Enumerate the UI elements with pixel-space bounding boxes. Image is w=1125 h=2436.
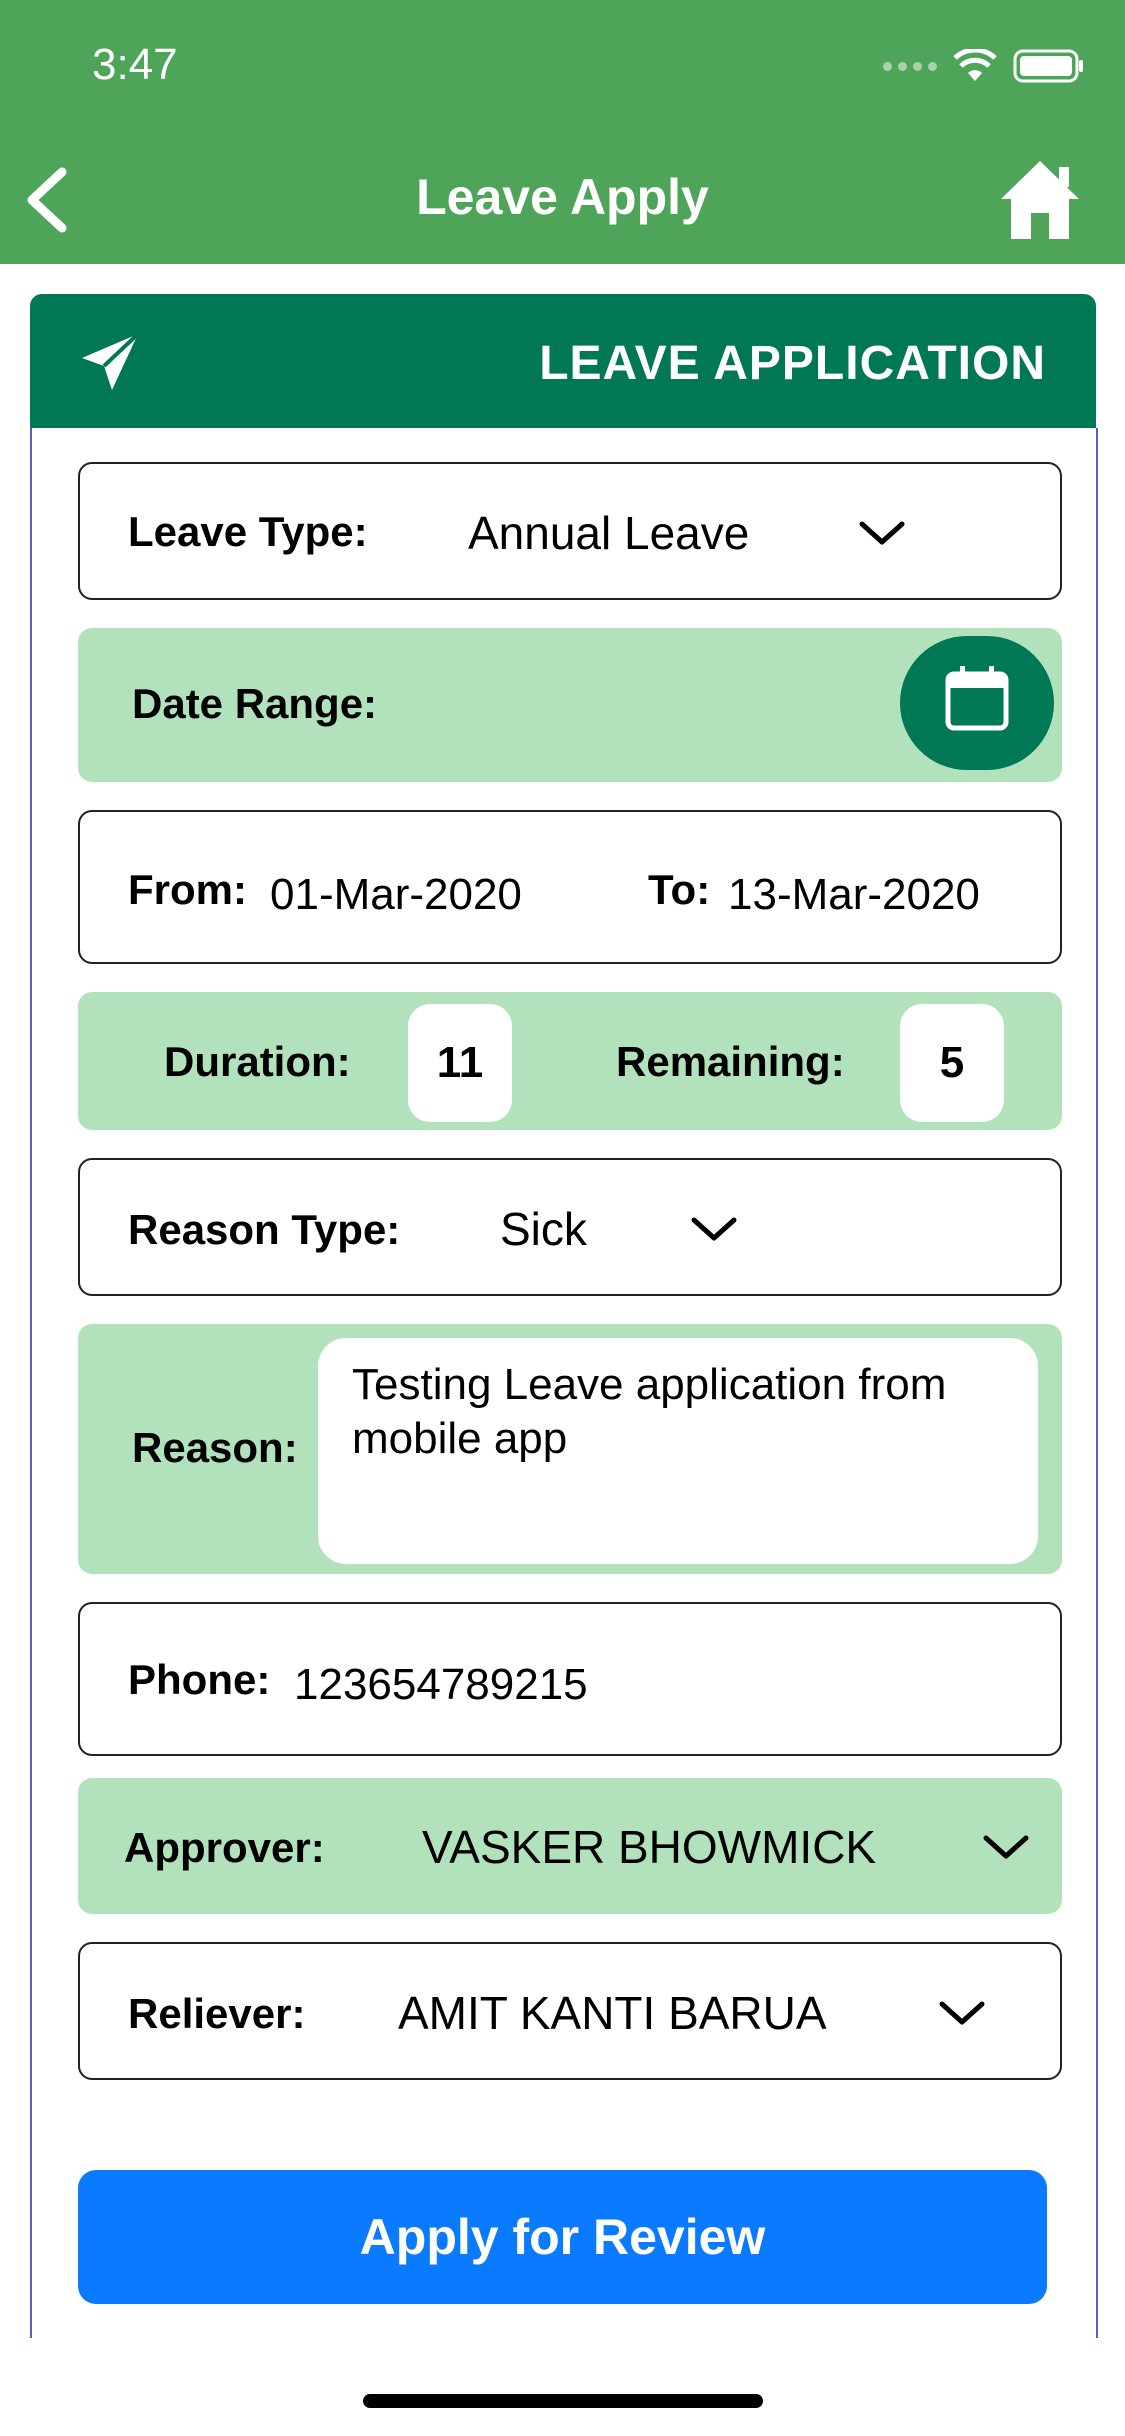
duration-row: Duration: 11 Remaining: 5 — [78, 992, 1062, 1130]
date-display-row: From: 01-Mar-2020 To: 13-Mar-2020 — [78, 810, 1062, 964]
reason-textarea[interactable]: Testing Leave application from mobile ap… — [318, 1338, 1038, 1564]
battery-icon — [1013, 49, 1083, 83]
phone-input[interactable]: 123654789215 — [294, 1660, 588, 1710]
status-time: 3:47 — [92, 40, 178, 89]
duration-value: 11 — [408, 1004, 512, 1122]
reason-label: Reason: — [132, 1424, 298, 1471]
reason-type-value: Sick — [500, 1203, 587, 1255]
home-icon — [1001, 161, 1079, 239]
leave-type-value: Annual Leave — [468, 507, 750, 559]
phone-label: Phone: — [128, 1656, 271, 1703]
duration-label: Duration: — [164, 1038, 351, 1085]
date-range-row: Date Range: — [78, 628, 1062, 782]
reason-row: Reason: Testing Leave application from m… — [78, 1324, 1062, 1574]
to-label: To: — [648, 866, 711, 913]
reliever-select[interactable]: Reliever: AMIT KANTI BARUA — [78, 1942, 1062, 2080]
from-label: From: — [128, 866, 247, 913]
chevron-down-icon — [691, 1217, 737, 1241]
remaining-label: Remaining: — [616, 1038, 845, 1085]
home-button[interactable] — [995, 155, 1085, 245]
apply-for-review-button[interactable]: Apply for Review — [78, 2170, 1047, 2304]
approver-value: VASKER BHOWMICK — [422, 1821, 877, 1873]
header-title: LEAVE APPLICATION — [539, 337, 1046, 390]
wifi-icon — [953, 49, 997, 81]
page-title: Leave Apply — [416, 169, 709, 225]
leave-application-header: LEAVE APPLICATION — [30, 294, 1096, 428]
from-date: 01-Mar-2020 — [270, 870, 522, 919]
reason-type-select[interactable]: Reason Type: Sick — [78, 1158, 1062, 1296]
chevron-down-icon — [983, 1835, 1029, 1859]
date-range-label: Date Range: — [132, 680, 378, 727]
reason-type-label: Reason Type: — [128, 1206, 401, 1253]
status-icons — [883, 48, 1085, 84]
reliever-value: AMIT KANTI BARUA — [398, 1987, 827, 2039]
navigation-bar: 3:47 Leave Apply — [0, 0, 1125, 264]
calendar-button[interactable] — [900, 636, 1054, 770]
calendar-icon — [945, 666, 1009, 731]
remaining-value: 5 — [900, 1004, 1004, 1122]
to-date: 13-Mar-2020 — [728, 870, 980, 919]
paper-plane-icon — [82, 332, 140, 390]
phone-row: Phone: 123654789215 — [78, 1602, 1062, 1756]
chevron-down-icon — [939, 2001, 985, 2025]
approver-label: Approver: — [124, 1824, 325, 1871]
reliever-label: Reliever: — [128, 1990, 306, 2037]
approver-select[interactable]: Approver: VASKER BHOWMICK — [78, 1778, 1062, 1914]
leave-type-select[interactable]: Leave Type: Annual Leave — [78, 462, 1062, 600]
chevron-down-icon — [859, 521, 905, 545]
cellular-signal-icon — [883, 61, 937, 71]
leave-type-label: Leave Type: — [128, 508, 368, 555]
home-indicator[interactable] — [363, 2394, 763, 2408]
